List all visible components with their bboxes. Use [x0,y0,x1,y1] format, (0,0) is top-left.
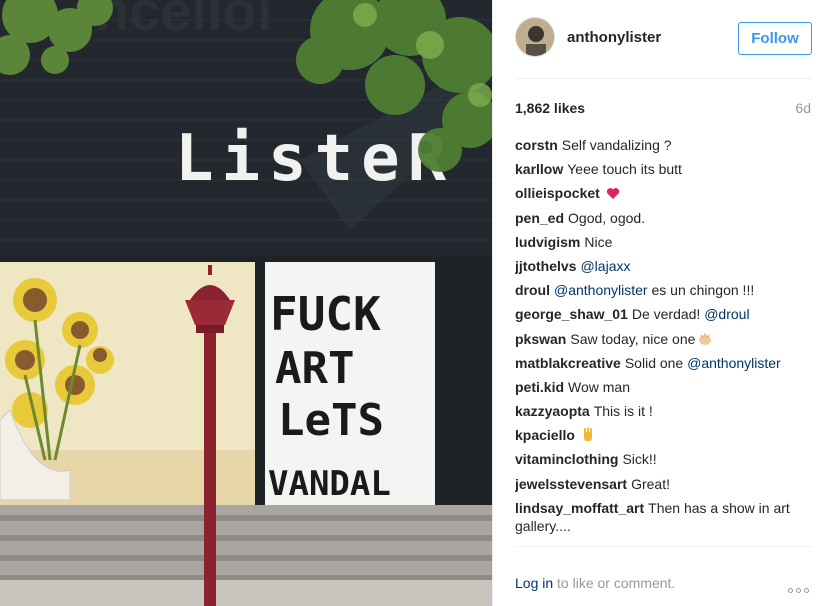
comment-item: george_shaw_01 De verdad! @droul [515,305,815,323]
comment-text: Saw today, nice one [570,330,696,347]
comments-divider [515,546,812,547]
comment-text: Solid one [624,354,688,371]
comment-item: droul @anthonylister es un chingon !!! [515,281,815,299]
panel-graffiti-line-1: FUCK [270,287,381,341]
comment-username[interactable]: droul [515,282,550,298]
comment-item: ludvigism Nice [515,233,815,251]
panel-graffiti-line-3: LeTS [278,395,384,446]
comment-text: es un chingon !!! [647,282,755,299]
post-footer: Log in to like or comment. [493,548,835,606]
comment-username[interactable]: pen_ed [515,210,564,226]
comment-item: pen_ed Ogod, ogod. [515,209,815,227]
login-prompt: Log in to like or comment. [515,575,675,591]
comment-mention[interactable]: @anthonylister [554,282,648,298]
panel-graffiti-line-2: ART [275,343,354,394]
more-dot-icon [804,588,809,593]
post-side-panel: anthonylister Follow 1,862 likes 6d cors… [492,0,835,606]
comment-text: This is it ! [593,403,653,420]
post-header: anthonylister Follow [493,0,835,78]
comment-username[interactable]: george_shaw_01 [515,306,628,322]
comment-username[interactable]: pkswan [515,331,566,347]
wall-graffiti-text: ListeR [175,122,454,196]
comment-text: Nice [584,233,613,250]
comment-item: corstn Self vandalizing ? [515,136,815,154]
login-prompt-text: to like or comment. [553,575,676,591]
panel-graffiti-line-4: VANDAL [268,464,391,504]
comment-username[interactable]: jjtothelvs [515,258,576,274]
more-dot-icon [788,588,793,593]
heart-icon [606,188,619,200]
more-options-button[interactable] [788,580,814,593]
comment-username[interactable]: vitaminclothing [515,451,618,467]
comment-text: Sick!! [622,451,657,468]
comment-username[interactable]: kazzyaopta [515,403,590,419]
comment-item: ollieispocket [515,184,815,202]
comment-text: Wow man [568,378,630,395]
post-photo[interactable]: ncelloi ListeR FUCK ART LeTS VANDAL [0,0,492,606]
post-age[interactable]: 6d [795,100,811,116]
comment-item: jjtothelvs @lajaxx [515,257,815,275]
clapping-hands-icon [699,332,712,345]
comment-item: kazzyaopta This is it ! [515,402,815,420]
follow-button[interactable]: Follow [738,22,812,55]
comment-username[interactable]: jewelsstevensart [515,476,627,492]
comment-text: Great! [631,475,670,492]
instagram-post-modal: ncelloi ListeR FUCK ART LeTS VANDAL anth… [0,0,835,606]
comment-mention[interactable]: @anthonylister [687,355,781,371]
comment-item: pkswan Saw today, nice one [515,330,815,348]
username-link[interactable]: anthonylister [567,29,661,46]
comment-username[interactable]: ollieispocket [515,185,600,201]
comment-item: lindsay_moffatt_art Then has a show in ar… [515,499,815,535]
comment-item: kpaciello [515,426,815,444]
comment-username[interactable]: karllow [515,161,563,177]
raised-hand-icon [583,427,592,442]
comment-item: matblakcreative Solid one @anthonylister [515,354,815,372]
comment-username[interactable]: peti.kid [515,379,564,395]
comment-item: vitaminclothing Sick!! [515,450,815,468]
user-avatar-icon [516,18,554,56]
comment-username[interactable]: corstn [515,137,558,153]
login-link[interactable]: Log in [515,575,553,591]
comment-username[interactable]: matblakcreative [515,355,621,371]
photo-scene: ncelloi ListeR FUCK ART LeTS VANDAL [0,0,492,606]
likes-count[interactable]: 1,862 likes [515,100,585,116]
svg-text:ncelloi: ncelloi [95,0,272,42]
comment-item: jewelsstevensart Great! [515,475,815,493]
comment-mention[interactable]: @lajaxx [580,258,630,274]
comment-username[interactable]: lindsay_moffatt_art [515,500,644,516]
comments-list[interactable]: corstn Self vandalizing ? karllow Yeee touc… [515,136,815,541]
avatar[interactable] [515,17,555,57]
comment-text: Self vandalizing ? [561,137,672,153]
comment-username[interactable]: kpaciello [515,427,575,443]
header-divider [515,78,812,79]
comment-username[interactable]: ludvigism [515,234,580,250]
comment-item: karllow Yeee touch its butt [515,160,815,178]
comment-item: peti.kid Wow man [515,378,815,396]
comment-text: Yeee touch its butt [567,161,682,178]
comment-mention[interactable]: @droul [704,306,749,322]
more-dot-icon [796,588,801,593]
comment-text: Ogod, ogod. [568,209,646,226]
comment-text: De verdad! [631,306,705,323]
